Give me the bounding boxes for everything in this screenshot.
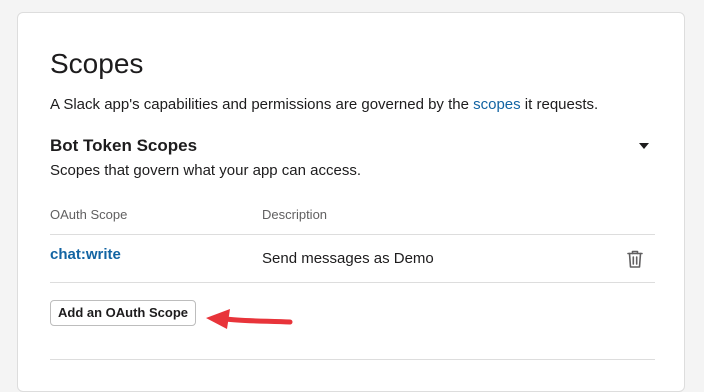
column-header-description: Description xyxy=(262,207,328,222)
intro-text-suffix: it requests. xyxy=(520,96,599,113)
table-divider xyxy=(50,234,655,235)
scopes-card: Scopes A Slack app's capabilities and pe… xyxy=(17,12,685,392)
scopes-intro: A Slack app's capabilities and permissio… xyxy=(50,95,598,115)
caret-down-icon[interactable] xyxy=(634,139,654,153)
scope-name-link[interactable]: chat:write xyxy=(50,245,121,265)
scopes-link[interactable]: scopes xyxy=(473,96,521,113)
bot-token-scopes-description: Scopes that govern what your app can acc… xyxy=(50,162,362,179)
intro-text-prefix: A Slack app's capabilities and permissio… xyxy=(50,96,474,113)
table-divider xyxy=(50,282,655,283)
trash-icon[interactable] xyxy=(625,248,645,270)
page-title: Scopes xyxy=(50,48,144,79)
bot-token-scopes-title: Bot Token Scopes xyxy=(50,136,198,155)
add-oauth-scope-button[interactable]: Add an OAuth Scope xyxy=(50,300,196,326)
section-divider xyxy=(50,359,655,360)
scope-description: Send messages as Demo xyxy=(262,250,434,267)
red-arrow-icon xyxy=(204,309,296,349)
column-header-oauth-scope: OAuth Scope xyxy=(50,207,128,222)
